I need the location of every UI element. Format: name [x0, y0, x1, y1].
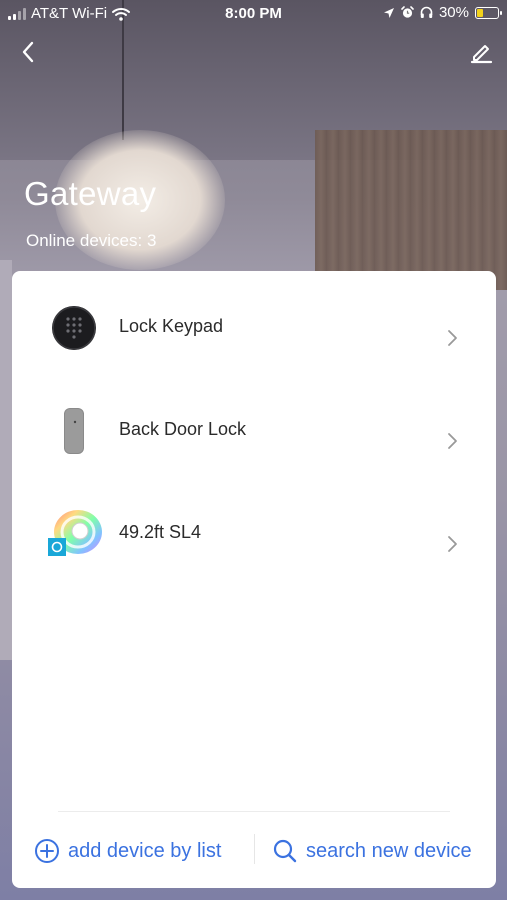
background-wall	[0, 260, 12, 660]
status-bar-right: 30%	[383, 4, 502, 21]
device-list-card: Lock Keypad Back Door Lock 49.2ft SL4 ad…	[12, 271, 496, 888]
search-device-label: search new device	[306, 839, 472, 862]
edit-button[interactable]	[467, 38, 495, 66]
device-name: Lock Keypad	[119, 316, 224, 336]
add-device-by-list-button[interactable]: add device by list	[34, 836, 221, 866]
chevron-right-icon	[448, 330, 457, 346]
door-lock-icon	[46, 403, 102, 459]
location-arrow-icon	[383, 7, 394, 18]
keypad-icon	[46, 300, 102, 356]
device-row-back-door-lock[interactable]: Back Door Lock	[12, 389, 496, 485]
online-devices-count: Online devices: 3	[26, 231, 157, 250]
device-name: Back Door Lock	[119, 419, 247, 439]
chevron-right-icon	[448, 433, 457, 449]
search-icon	[273, 839, 297, 863]
headphones-icon	[420, 6, 433, 18]
back-button[interactable]	[14, 38, 42, 66]
edit-pencil-icon	[470, 45, 493, 64]
page-title: Gateway	[24, 175, 157, 212]
add-device-label: add device by list	[68, 839, 222, 862]
device-row-lock-keypad[interactable]: Lock Keypad	[12, 286, 496, 382]
background-cabinet	[315, 130, 507, 290]
plus-circle-icon	[35, 839, 59, 863]
chevron-left-icon	[22, 41, 34, 63]
battery-icon	[475, 6, 502, 19]
battery-percent: 30%	[438, 4, 469, 21]
light-strip-icon	[42, 506, 106, 562]
status-bar: AT&T Wi-Fi 8:00 PM 30%	[0, 0, 507, 28]
battery-level-fill	[477, 8, 483, 17]
device-name: 49.2ft SL4	[119, 522, 202, 542]
alarm-clock-icon	[401, 6, 414, 18]
chevron-right-icon	[448, 536, 457, 552]
search-new-device-button[interactable]: search new device	[272, 836, 472, 866]
footer-separator	[254, 834, 255, 864]
card-divider	[58, 811, 450, 812]
device-row-light-strip[interactable]: 49.2ft SL4	[12, 492, 496, 588]
